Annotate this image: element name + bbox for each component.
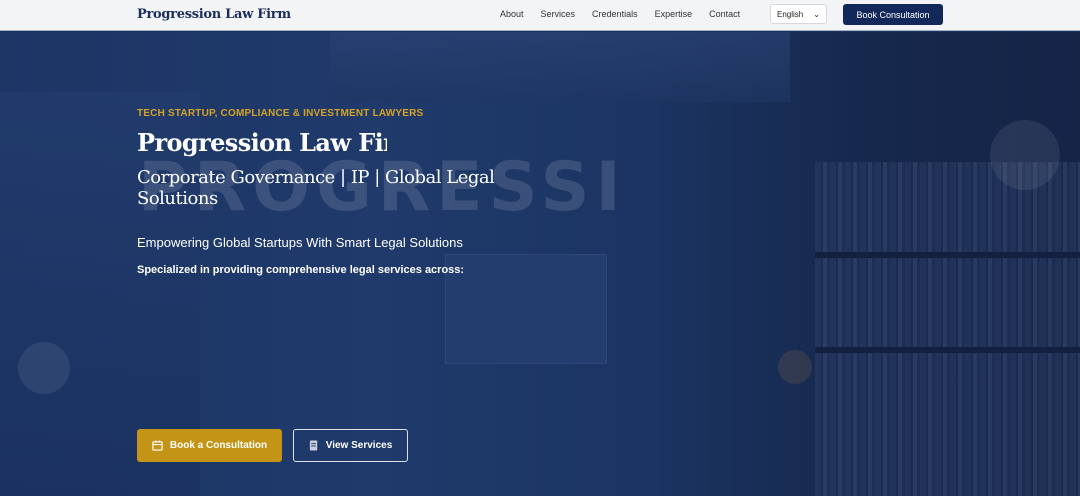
chevron-down-icon: ⌄ xyxy=(813,10,820,19)
decorative-circle xyxy=(18,342,70,394)
decorative-circle xyxy=(778,350,812,384)
shelf-divider xyxy=(815,252,1080,258)
hero-title: Progression Law Firm xyxy=(137,128,387,157)
document-icon xyxy=(309,440,317,451)
logo[interactable]: Progression Law Firm xyxy=(137,7,291,22)
book-a-consultation-button[interactable]: Book a Consultation xyxy=(137,429,282,462)
bookshelf-background xyxy=(815,162,1080,496)
hero-specialized-text: Specialized in providing comprehensive l… xyxy=(137,264,465,276)
language-value: English xyxy=(777,10,804,19)
calendar-icon xyxy=(152,440,163,451)
shelf-divider xyxy=(815,347,1080,353)
nav-link-about[interactable]: About xyxy=(500,9,524,19)
view-services-button[interactable]: View Services xyxy=(293,429,408,462)
hero-tagline: Empowering Global Startups With Smart Le… xyxy=(137,235,463,250)
nav-links: About Services Credentials Expertise Con… xyxy=(500,9,757,19)
book-a-consultation-label: Book a Consultation xyxy=(169,440,268,451)
hero-eyebrow: TECH STARTUP, COMPLIANCE & INVESTMENT LA… xyxy=(137,108,424,119)
nav-link-expertise[interactable]: Expertise xyxy=(655,9,693,19)
nav-link-services[interactable]: Services xyxy=(541,9,576,19)
decorative-circle xyxy=(990,120,1060,190)
nav-link-credentials[interactable]: Credentials xyxy=(592,9,638,19)
ceiling-background xyxy=(330,32,790,102)
top-navbar: Progression Law Firm About Services Cred… xyxy=(0,0,1080,31)
hero-subtitle: Corporate Governance | IP | Global Legal… xyxy=(137,167,495,209)
wall-painting xyxy=(445,254,607,364)
hero-section: PROGRESSI TECH STARTUP, COMPLIANCE & INV… xyxy=(0,32,1080,496)
language-select[interactable]: English ⌄ xyxy=(770,4,827,24)
view-services-label: View Services xyxy=(325,440,393,451)
book-consultation-button[interactable]: Book Consultation xyxy=(843,4,943,25)
nav-link-contact[interactable]: Contact xyxy=(709,9,740,19)
